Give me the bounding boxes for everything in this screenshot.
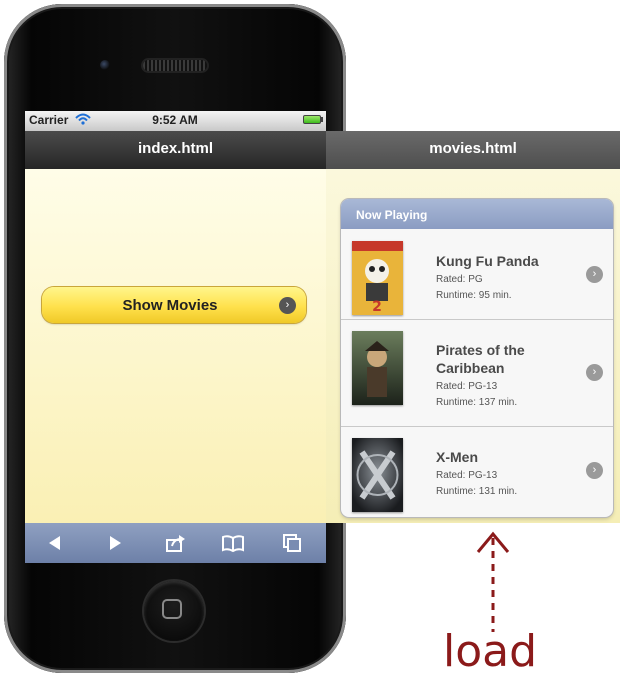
movie-rating: Rated: PG-13	[436, 381, 498, 392]
movie-title: Pirates of the	[436, 342, 525, 358]
list-header-label: Now Playing	[356, 208, 428, 222]
bookmarks-icon[interactable]	[221, 531, 245, 555]
load-arrow-icon	[476, 531, 510, 632]
battery-icon	[303, 115, 321, 124]
chevron-right-icon[interactable]: ›	[586, 364, 603, 381]
pirates-poster	[352, 331, 403, 405]
chevron-right-icon[interactable]: ›	[586, 266, 603, 283]
forward-arrow-icon[interactable]	[103, 531, 127, 555]
row-divider	[341, 319, 613, 320]
chevron-right-icon[interactable]: ›	[586, 462, 603, 479]
status-time: 9:52 AM	[152, 113, 198, 127]
chevron-right-icon: ›	[279, 297, 296, 314]
right-page-title: movies.html	[429, 140, 517, 157]
load-label: load	[443, 626, 538, 677]
movie-runtime: Runtime: 95 min.	[436, 290, 512, 301]
movie-runtime: Runtime: 131 min.	[436, 486, 518, 497]
tabs-icon[interactable]	[280, 531, 304, 555]
svg-text:2: 2	[372, 299, 382, 315]
movie-title: X-Men	[436, 449, 478, 465]
battery-nub	[321, 117, 323, 122]
share-icon[interactable]	[164, 531, 188, 555]
show-movies-label: Show Movies	[122, 297, 218, 314]
left-page-title: index.html	[137, 140, 213, 157]
x-men-poster	[352, 438, 403, 512]
row-divider	[341, 426, 613, 427]
left-page-content	[25, 169, 326, 523]
home-square-icon	[162, 599, 182, 619]
kung-fu-panda-poster: 2	[352, 241, 403, 315]
movie-rating: Rated: PG-13	[436, 470, 498, 481]
speaker-grille	[143, 60, 207, 71]
movie-title-line2: Caribbean	[436, 360, 505, 376]
movie-title: Kung Fu Panda	[436, 253, 539, 269]
camera-icon	[100, 60, 110, 70]
movie-rating: Rated: PG	[436, 274, 483, 285]
back-arrow-icon[interactable]	[43, 531, 67, 555]
movie-runtime: Runtime: 137 min.	[436, 397, 518, 408]
